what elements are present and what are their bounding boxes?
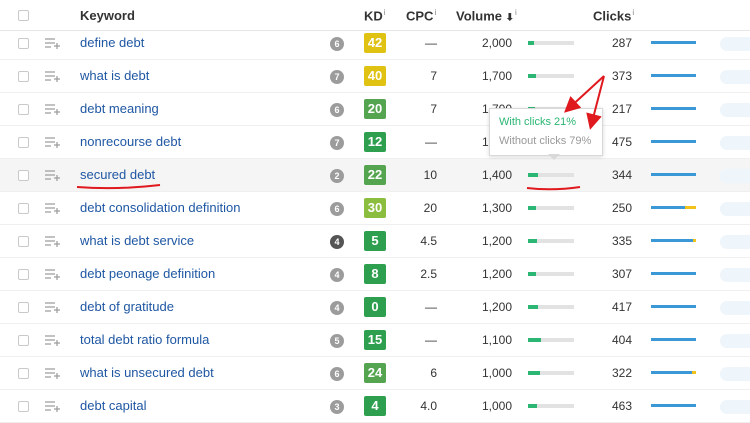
keyword-underline — [76, 184, 161, 190]
annotation-arrow-with-clicks — [564, 75, 605, 113]
red-annotation-overlay — [76, 75, 605, 191]
clicks-bar-underline — [526, 186, 581, 191]
annotation-arrow-without-clicks — [586, 75, 605, 130]
